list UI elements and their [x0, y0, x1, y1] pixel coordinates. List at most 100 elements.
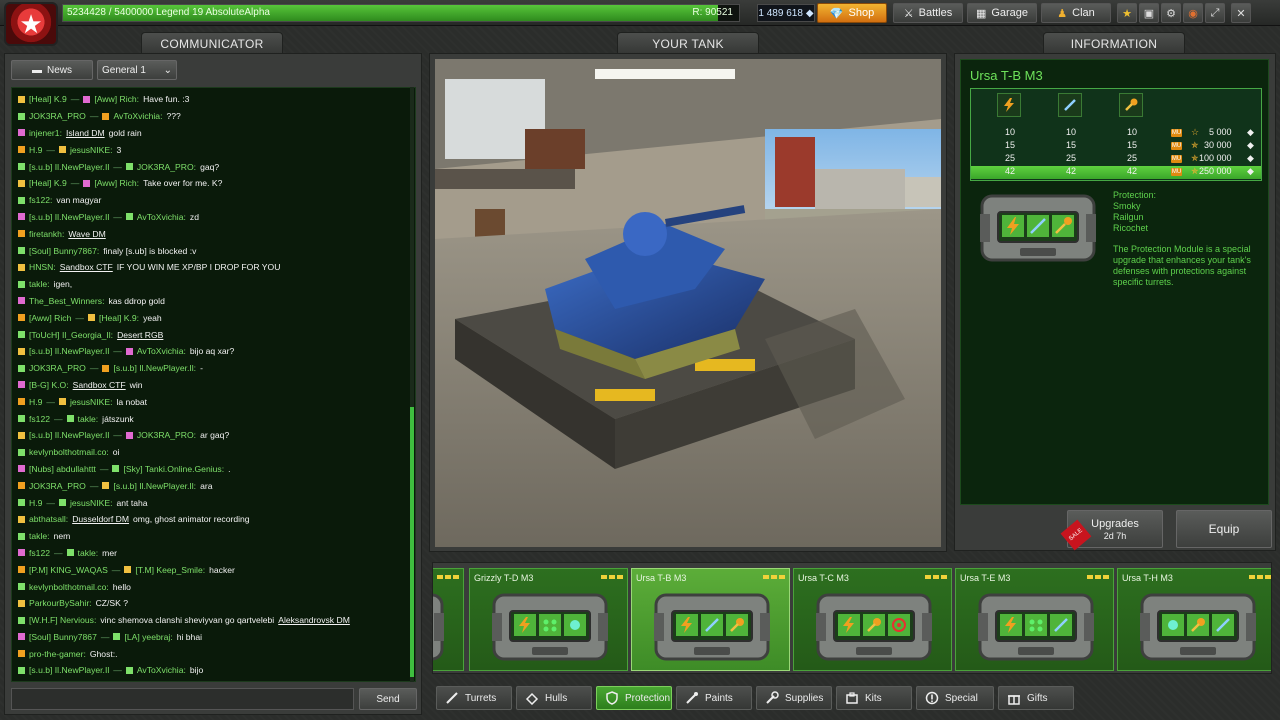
chat-recipient[interactable]: AvToXvichia:	[137, 212, 186, 222]
tab-turrets[interactable]: Turrets	[436, 686, 512, 710]
chat-sender[interactable]: H.9	[29, 498, 42, 508]
tab-protection[interactable]: Protection	[596, 686, 672, 710]
garage-item-card[interactable]: Grizzly T-D M3	[469, 568, 628, 671]
tab-special[interactable]: Special	[916, 686, 994, 710]
chevron-down-icon: ⌄	[163, 64, 172, 76]
chat-sender[interactable]: [Nubs] abdullahttt	[29, 464, 96, 474]
battle-link[interactable]: Island DM	[66, 128, 105, 138]
chat-sender[interactable]: HNSN:	[29, 262, 56, 272]
channel-select[interactable]: General 1 ⌄	[97, 60, 177, 80]
chat-recipient[interactable]: AvToXvichia:	[137, 665, 186, 675]
chat-sender[interactable]: [Heal] K.9	[29, 178, 67, 188]
chat-sender[interactable]: takle:	[29, 279, 50, 289]
chat-sender[interactable]: JOK3RA_PRO	[29, 481, 86, 491]
clan-button[interactable]: ♟ Clan	[1041, 3, 1111, 23]
chat-sender[interactable]: takle:	[29, 531, 50, 541]
chat-sender[interactable]: [W.H.F] Nervious:	[29, 615, 96, 625]
send-button[interactable]: Send	[359, 688, 417, 710]
chat-sender[interactable]: H.9	[29, 145, 42, 155]
close-icon[interactable]: ✕	[1231, 3, 1251, 23]
chat-sender[interactable]: [Soul] Bunny7867:	[29, 246, 99, 256]
rank-icon	[18, 650, 25, 658]
chat-sender[interactable]: [s.u.b] Il.NewPlayer.Il	[29, 665, 109, 675]
chat-scroll-thumb[interactable]	[410, 407, 414, 677]
chat-sender[interactable]: ParkourBySahir:	[29, 598, 92, 608]
tab-paints[interactable]: Paints	[676, 686, 752, 710]
settings-icon[interactable]: ⚙	[1161, 3, 1181, 23]
chat-sender[interactable]: JOK3RA_PRO	[29, 111, 86, 121]
chat-sender[interactable]: [s.u.b] Il.NewPlayer.Il	[29, 346, 109, 356]
star-icon[interactable]: ★	[1117, 3, 1137, 23]
chat-recipient[interactable]: JOK3RA_PRO:	[137, 430, 196, 440]
chat-sender[interactable]: injener1:	[29, 128, 62, 138]
chat-sender[interactable]: [s.u.b] Il.NewPlayer.Il	[29, 212, 109, 222]
battle-link[interactable]: Sandbox CTF	[60, 262, 113, 272]
chat-recipient[interactable]: takle:	[78, 414, 99, 424]
chat-sender[interactable]: [ToUcH] Il_Georgia_Il:	[29, 330, 113, 340]
chat-scrollbar[interactable]	[410, 87, 414, 682]
tab-kits[interactable]: Kits	[836, 686, 912, 710]
garage-item-card[interactable]	[433, 568, 464, 671]
equip-button[interactable]: Equip	[1176, 510, 1272, 548]
chat-sender[interactable]: fs122:	[29, 195, 52, 205]
chat-recipient[interactable]: [s.u.b] Il.NewPlayer.Il:	[113, 363, 196, 373]
chat-recipient[interactable]: [Sky] Tanki.Online.Genius:	[123, 464, 224, 474]
dots-icon	[539, 614, 561, 636]
chat-recipient[interactable]: [Aww] Rich:	[94, 94, 139, 104]
tank-icon[interactable]: ▣	[1139, 3, 1159, 23]
chat-sender[interactable]: [P.M] KING_WAQAS	[29, 565, 108, 575]
chat-sender[interactable]: abthatsall:	[29, 514, 68, 524]
tab-hulls[interactable]: Hulls	[516, 686, 592, 710]
garage-button[interactable]: ▦ Garage	[967, 3, 1037, 23]
chat-recipient[interactable]: [s.u.b] Il.NewPlayer.Il:	[113, 481, 196, 491]
chat-sender[interactable]: [s.u.b] Il.NewPlayer.Il	[29, 162, 109, 172]
chat-recipient[interactable]: [T.M] Keep_Smile:	[135, 565, 205, 575]
shop-button[interactable]: 💎 Shop	[817, 3, 887, 23]
chat-sender[interactable]: JOK3RA_PRO	[29, 363, 86, 373]
battles-button[interactable]: ⚔ Battles	[893, 3, 963, 23]
chat-sender[interactable]: kevlynbolthotmail.co:	[29, 447, 109, 457]
chat-sender[interactable]: The_Best_Winners:	[29, 296, 104, 306]
chat-sender[interactable]: [B-G] K.O:	[29, 380, 69, 390]
chat-recipient[interactable]: [Heal] K.9:	[99, 313, 139, 323]
chat-recipient[interactable]: [Aww] Rich:	[94, 178, 139, 188]
battle-link[interactable]: Aleksandrovsk DM	[278, 615, 350, 625]
chat-sender[interactable]: H.9	[29, 397, 42, 407]
news-button[interactable]: ▬ News	[11, 60, 93, 80]
chat-recipient[interactable]: [LA] yeebraj:	[124, 632, 172, 642]
chat-sender[interactable]: [Soul] Bunny7867	[29, 632, 97, 642]
battle-link[interactable]: Desert RGB	[117, 330, 163, 340]
chat-recipient[interactable]: takle:	[78, 548, 99, 558]
chat-recipient[interactable]: jesusNIKE:	[70, 498, 113, 508]
fullscreen-icon[interactable]: ⤢	[1205, 3, 1225, 23]
chat-recipient[interactable]: JOK3RA_PRO:	[137, 162, 196, 172]
chat-sender[interactable]: [s.u.b] Il.NewPlayer.Il	[29, 430, 109, 440]
chat-recipient[interactable]: AvToXvichia:	[113, 111, 162, 121]
garage-item-card[interactable]: Ursa T-C M3	[793, 568, 952, 671]
garage-item-card[interactable]: Ursa T-B M3	[631, 568, 790, 671]
chat-sender[interactable]: kevlynbolthotmail.co:	[29, 582, 109, 592]
chat-sender[interactable]: [Aww] Rich	[29, 313, 71, 323]
chat-input[interactable]	[11, 688, 354, 710]
battle-link[interactable]: Dusseldorf DM	[72, 514, 129, 524]
rank-icon	[112, 465, 120, 473]
information-panel: Ursa T-B M3 10 10 10 MU ☆ 5 000 ◆ 15 15 …	[954, 53, 1276, 551]
battle-link[interactable]: Wave DM	[68, 229, 105, 239]
chat-recipient[interactable]: jesusNIKE:	[70, 397, 113, 407]
rank-icon	[125, 163, 133, 171]
chat-recipient[interactable]: jesusNIKE:	[70, 145, 113, 155]
chat-sender[interactable]: fs122	[29, 548, 50, 558]
tank-preview[interactable]	[435, 59, 941, 547]
chat-sender[interactable]: firetankh:	[29, 229, 64, 239]
chat-recipient[interactable]: AvToXvichia:	[137, 346, 186, 356]
tab-supplies[interactable]: Supplies	[756, 686, 832, 710]
tab-gifts[interactable]: Gifts	[998, 686, 1074, 710]
chat-sender[interactable]: [Heal] K.9	[29, 94, 67, 104]
sound-icon[interactable]: ◉	[1183, 3, 1203, 23]
chat-sender[interactable]: pro-the-gamer:	[29, 649, 86, 659]
chat-sender[interactable]: fs122	[29, 414, 50, 424]
battle-link[interactable]: Sandbox CTF	[73, 380, 126, 390]
garage-item-card[interactable]: Ursa T-E M3	[955, 568, 1114, 671]
rank-star-icon[interactable]: ★	[4, 2, 58, 46]
garage-item-card[interactable]: Ursa T-H M3	[1117, 568, 1271, 671]
